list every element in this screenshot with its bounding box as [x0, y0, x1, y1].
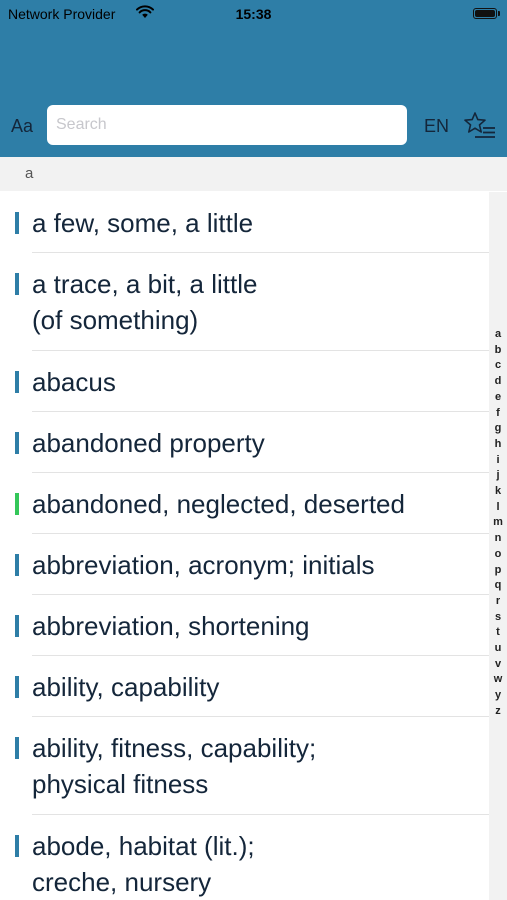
language-button[interactable]: EN [424, 116, 449, 137]
entry-marker [15, 615, 19, 637]
list-item[interactable]: abbreviation, shortening [0, 595, 489, 656]
word-list[interactable]: a few, some, a little a trace, a bit, a l… [0, 192, 489, 900]
entry-text: a few, some, a little [32, 208, 254, 238]
list-item[interactable]: abode, habitat (lit.); creche, nursery [0, 815, 489, 900]
index-letter-g[interactable]: g [489, 422, 507, 434]
entry-text: (of something) [32, 305, 199, 335]
text-size-button[interactable]: Aa [11, 116, 33, 137]
list-item[interactable]: abandoned, neglected, deserted [0, 473, 489, 534]
index-letter-y[interactable]: y [489, 689, 507, 701]
battery-tip [498, 11, 500, 16]
entry-marker [15, 835, 19, 857]
index-letter-s[interactable]: s [489, 611, 507, 623]
list-item[interactable]: a trace, a bit, a little (of something) [0, 253, 489, 351]
entry-marker [15, 493, 19, 515]
index-letter-j[interactable]: j [489, 469, 507, 481]
entry-text: physical fitness [32, 769, 209, 799]
index-letter-m[interactable]: m [489, 516, 507, 528]
list-item[interactable]: abandoned property [0, 412, 489, 473]
entry-marker [15, 432, 19, 454]
entry-text: ability, fitness, capability; [32, 733, 317, 763]
index-letter-r[interactable]: r [489, 595, 507, 607]
entry-marker [15, 554, 19, 576]
list-item[interactable]: a few, some, a little [0, 192, 489, 253]
section-header: a [0, 157, 507, 191]
entry-text: abandoned, neglected, deserted [32, 489, 405, 519]
index-letter-z[interactable]: z [489, 705, 507, 717]
index-letter-o[interactable]: o [489, 548, 507, 560]
entry-text: abbreviation, shortening [32, 611, 310, 641]
entry-text: abbreviation, acronym; initials [32, 550, 375, 580]
index-letter-n[interactable]: n [489, 532, 507, 544]
entry-marker [15, 676, 19, 698]
list-item[interactable]: abacus [0, 351, 489, 412]
index-letter-i[interactable]: i [489, 454, 507, 466]
index-letter-v[interactable]: v [489, 658, 507, 670]
index-letter-p[interactable]: p [489, 564, 507, 576]
entry-text: creche, nursery [32, 867, 212, 897]
favorites-list-icon[interactable] [463, 111, 497, 141]
index-letter-h[interactable]: h [489, 438, 507, 450]
index-letter-e[interactable]: e [489, 391, 507, 403]
index-letter-q[interactable]: q [489, 579, 507, 591]
entry-marker [15, 371, 19, 393]
search-input[interactable] [47, 105, 407, 145]
index-letter-c[interactable]: c [489, 359, 507, 371]
entry-text: a trace, a bit, a little [32, 269, 258, 299]
header-bar: Network Provider 15:38 Aa EN [0, 0, 507, 157]
index-letter-l[interactable]: l [489, 501, 507, 513]
entry-text: abode, habitat (lit.); [32, 831, 255, 861]
section-header-label: a [25, 165, 34, 182]
index-letter-d[interactable]: d [489, 375, 507, 387]
status-bar: Network Provider 15:38 [0, 0, 507, 28]
list-item[interactable]: ability, fitness, capability; physical fi… [0, 717, 489, 815]
entry-text: ability, capability [32, 672, 220, 702]
index-letter-u[interactable]: u [489, 642, 507, 654]
index-letter-f[interactable]: f [489, 407, 507, 419]
list-item[interactable]: abbreviation, acronym; initials [0, 534, 489, 595]
entry-text: abandoned property [32, 428, 265, 458]
index-letter-b[interactable]: b [489, 344, 507, 356]
index-letter-w[interactable]: w [489, 673, 507, 685]
entry-marker [15, 212, 19, 234]
entry-marker [15, 273, 19, 295]
index-letter-k[interactable]: k [489, 485, 507, 497]
index-letter-a[interactable]: a [489, 328, 507, 340]
index-letter-t[interactable]: t [489, 626, 507, 638]
entry-text: abacus [32, 367, 116, 397]
battery-icon [473, 8, 497, 19]
entry-marker [15, 737, 19, 759]
alphabet-index[interactable]: abcdefghijklmnopqrstuvwyz [489, 192, 507, 900]
list-item[interactable]: ability, capability [0, 656, 489, 717]
clock: 15:38 [235, 6, 272, 22]
